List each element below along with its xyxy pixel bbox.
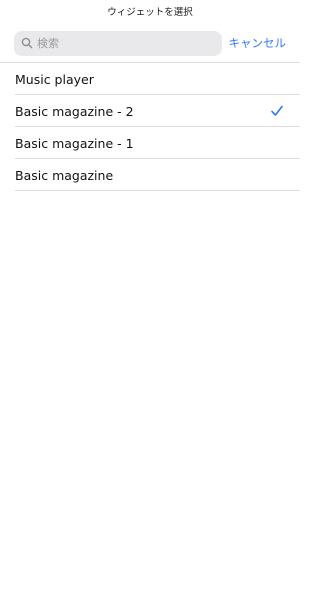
search-icon <box>20 37 33 50</box>
list-item-basic-magazine[interactable]: Basic magazine <box>0 159 300 191</box>
search-input[interactable] <box>37 36 207 50</box>
list-item-music-player[interactable]: Music player <box>0 63 300 95</box>
page-title: ウィジェットを選択 <box>107 6 193 18</box>
widget-list: Music player Basic magazine - 2 Basic ma… <box>0 63 300 191</box>
checkmark-icon <box>271 105 283 116</box>
list-item-label: Basic magazine - 1 <box>15 135 134 151</box>
cancel-button[interactable]: キャンセル <box>229 35 287 51</box>
list-item-label: Basic magazine - 2 <box>15 103 134 119</box>
list-item-basic-magazine-2[interactable]: Basic magazine - 2 <box>0 95 300 127</box>
search-bar[interactable] <box>14 30 222 56</box>
search-row: キャンセル <box>0 24 300 62</box>
list-item-label: Basic magazine <box>15 167 114 183</box>
header: ウィジェットを選択 <box>0 0 300 24</box>
widget-picker-screen: ウィジェットを選択 キャンセル Music player Basic magaz… <box>0 0 300 605</box>
list-item-label: Music player <box>15 71 94 87</box>
list-item-basic-magazine-1[interactable]: Basic magazine - 1 <box>0 127 300 159</box>
